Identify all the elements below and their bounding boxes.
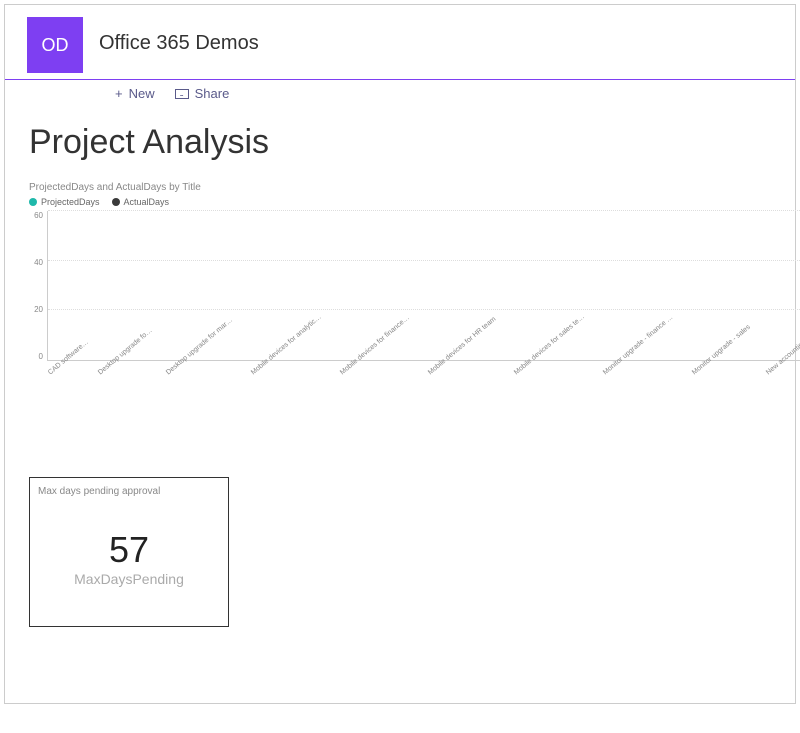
- card-title: Max days pending approval: [38, 486, 220, 497]
- chart-projected-actual[interactable]: ProjectedDays and ActualDays by Title Pr…: [29, 182, 800, 421]
- card-container: Max days pending approval 57 MaxDaysPend…: [29, 437, 800, 679]
- site-avatar: OD: [27, 17, 83, 73]
- chart1-x-axis: CAD software…Desktop upgrade fo…Desktop …: [47, 361, 800, 421]
- max-days-pending-card[interactable]: Max days pending approval 57 MaxDaysPend…: [29, 477, 229, 627]
- page-title: Project Analysis: [5, 107, 795, 182]
- command-bar: New Share: [5, 79, 795, 107]
- legend-actualdays: ActualDays: [112, 197, 170, 207]
- plus-icon: [115, 86, 123, 101]
- share-button[interactable]: Share: [175, 86, 230, 101]
- dashboard: ProjectedDays and ActualDays by Title Pr…: [5, 182, 795, 703]
- site-header: OD Office 365 Demos: [5, 5, 795, 73]
- mail-icon: [175, 89, 189, 99]
- new-label: New: [129, 86, 155, 101]
- card-label: MaxDaysPending: [74, 571, 184, 587]
- site-title[interactable]: Office 365 Demos: [99, 32, 259, 55]
- card-value: 57: [109, 529, 149, 571]
- app-frame: OD Office 365 Demos New Share Project An…: [4, 4, 796, 704]
- chart1-legend: ProjectedDays ActualDays: [29, 197, 800, 207]
- chart1-title: ProjectedDays and ActualDays by Title: [29, 182, 800, 193]
- legend-label: ProjectedDays: [41, 197, 100, 207]
- swatch-dark: [112, 198, 120, 206]
- legend-projecteddays: ProjectedDays: [29, 197, 100, 207]
- swatch-teal: [29, 198, 37, 206]
- new-button[interactable]: New: [115, 86, 155, 101]
- chart1-y-axis: 6040200: [29, 211, 47, 361]
- legend-label: ActualDays: [124, 197, 170, 207]
- share-label: Share: [195, 86, 230, 101]
